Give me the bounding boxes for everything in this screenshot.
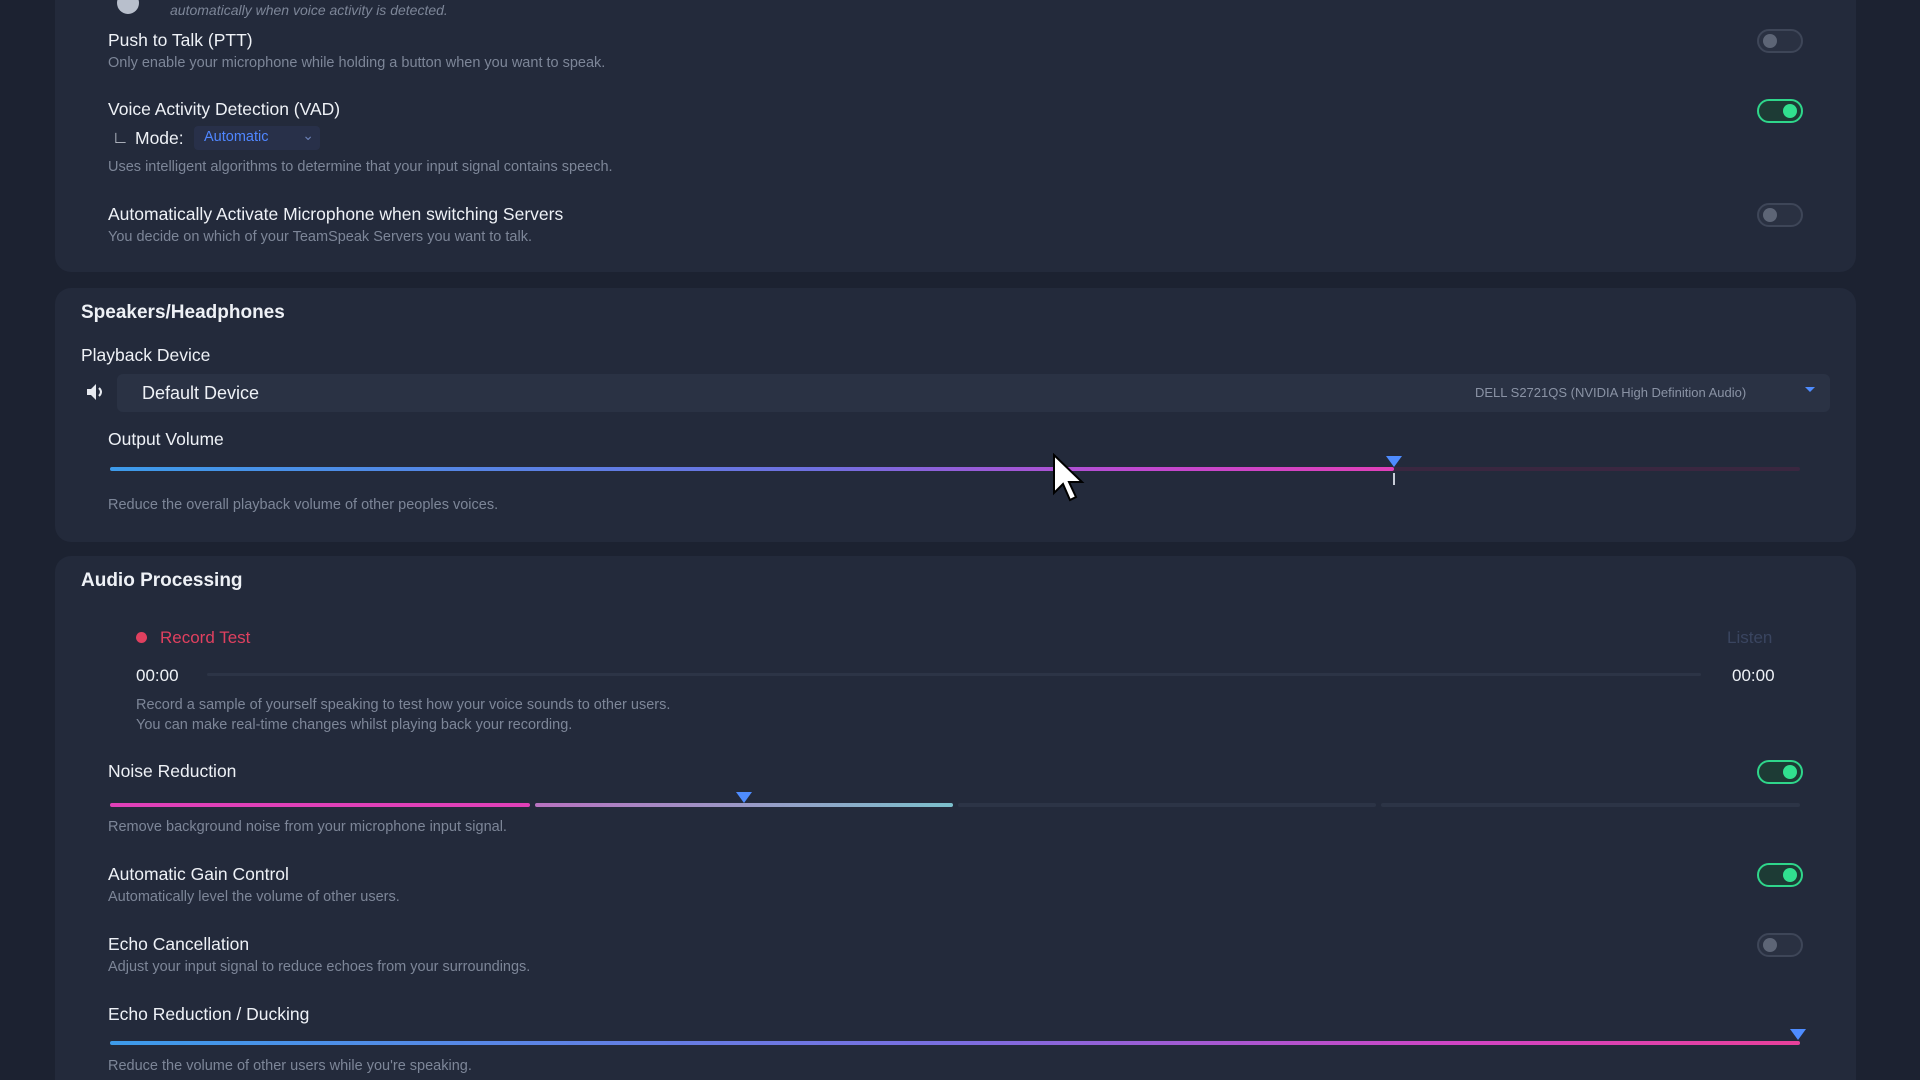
chevron-down-icon	[1805, 387, 1815, 392]
echo-cancellation-toggle[interactable]	[1757, 933, 1803, 957]
noise-reduction-title: Noise Reduction	[108, 761, 237, 781]
echo-reduction-track[interactable]	[110, 1041, 1800, 1045]
time-end: 00:00	[1732, 666, 1775, 685]
agc-toggle[interactable]	[1757, 863, 1803, 887]
listen-button[interactable]: Listen	[1727, 628, 1772, 648]
time-start: 00:00	[136, 666, 179, 685]
chevron-down-icon: ⌄	[302, 127, 314, 143]
noise-segment-2[interactable]	[535, 803, 953, 807]
vad-description: Uses intelligent algorithms to determine…	[108, 159, 613, 175]
speakers-section-title: Speakers/Headphones	[81, 302, 285, 323]
toggle-knob	[1763, 938, 1777, 952]
device-detail: DELL S2721QS (NVIDIA High Definition Aud…	[1475, 385, 1747, 400]
record-description-2: You can make real-time changes whilst pl…	[136, 717, 573, 733]
noise-segment-1[interactable]	[110, 803, 530, 807]
output-volume-handle[interactable]	[1386, 456, 1403, 467]
vad-title: Voice Activity Detection (VAD)	[108, 99, 341, 119]
toggle-knob	[1763, 208, 1777, 222]
toggle-knob	[1783, 765, 1797, 779]
echo-reduction-handle[interactable]	[1790, 1029, 1806, 1040]
ptt-description: Only enable your microphone while holdin…	[108, 55, 606, 71]
mode-indent-glyph: ∟	[112, 128, 129, 147]
auto-activate-description: You decide on which of your TeamSpeak Se…	[108, 229, 532, 245]
speaker-icon	[87, 384, 102, 400]
output-volume-label: Output Volume	[108, 429, 224, 449]
auto-activate-title: Automatically Activate Microphone when s…	[108, 204, 564, 224]
output-volume-description: Reduce the overall playback volume of ot…	[108, 497, 499, 513]
noise-reduction-handle[interactable]	[735, 792, 752, 803]
echo-cancellation-title: Echo Cancellation	[108, 934, 250, 954]
audio-processing-section-title: Audio Processing	[81, 570, 243, 591]
record-description-1: Record a sample of yourself speaking to …	[136, 697, 671, 713]
noise-segment-4[interactable]	[1381, 803, 1800, 807]
output-volume-fill	[110, 467, 1395, 471]
auto-activate-toggle[interactable]	[1757, 203, 1803, 227]
audio-processing-panel	[55, 556, 1856, 1080]
device-name: Default Device	[142, 383, 260, 403]
record-dot-icon	[136, 632, 147, 643]
echo-reduction-description: Reduce the volume of other users while y…	[108, 1058, 472, 1074]
record-test-button[interactable]: Record Test	[160, 628, 250, 648]
mouse-cursor-icon	[1053, 453, 1085, 502]
vad-toggle[interactable]	[1757, 99, 1803, 123]
mode-label: Mode:	[135, 128, 184, 148]
agc-title: Automatic Gain Control	[108, 864, 289, 884]
noise-reduction-description: Remove background noise from your microp…	[108, 819, 507, 835]
ptt-toggle[interactable]	[1757, 29, 1803, 53]
playback-device-select[interactable]: Default Device DELL S2721QS (NVIDIA High…	[117, 374, 1830, 412]
ptt-title: Push to Talk (PTT)	[108, 30, 253, 50]
echo-cancellation-description: Adjust your input signal to reduce echoe…	[108, 959, 531, 975]
noise-reduction-toggle[interactable]	[1757, 760, 1803, 784]
output-volume-tick	[1393, 473, 1396, 485]
noise-segment-3[interactable]	[958, 803, 1376, 807]
toggle-knob	[1783, 104, 1797, 118]
echo-reduction-title: Echo Reduction / Ducking	[108, 1004, 310, 1024]
playback-device-label: Playback Device	[81, 345, 211, 365]
mode-select[interactable]: Automatic ⌄	[194, 126, 320, 150]
mode-select-value: Automatic	[204, 129, 269, 145]
toggle-knob	[1783, 868, 1797, 882]
recording-progress-track[interactable]	[207, 673, 1701, 676]
toggle-knob	[1763, 34, 1777, 48]
agc-description: Automatically level the volume of other …	[108, 889, 400, 905]
vad-top-description: automatically when voice activity is det…	[170, 2, 448, 18]
